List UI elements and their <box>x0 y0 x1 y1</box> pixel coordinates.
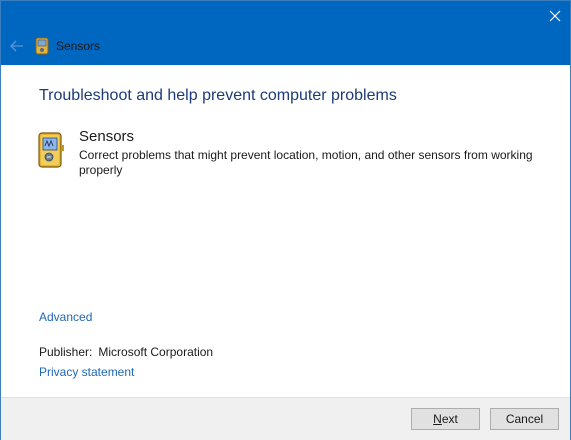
cancel-button[interactable]: Cancel <box>490 408 559 430</box>
main-content: Troubleshoot and help prevent computer p… <box>1 65 570 397</box>
next-button[interactable]: Next <box>411 408 480 430</box>
page-heading: Troubleshoot and help prevent computer p… <box>39 87 397 104</box>
title-bar: Sensors <box>1 1 570 65</box>
cancel-button-label: Cancel <box>505 412 544 426</box>
back-arrow-icon <box>10 40 23 52</box>
back-button[interactable] <box>5 34 29 58</box>
task-title: Sensors <box>79 128 135 145</box>
sensors-app-icon <box>35 37 49 55</box>
nav-row: Sensors <box>1 31 301 61</box>
troubleshooter-task: Sensors Correct problems that might prev… <box>37 128 557 178</box>
sensors-device-icon <box>38 132 64 168</box>
window-title: Sensors <box>56 39 101 53</box>
task-description: Correct problems that might prevent loca… <box>79 148 533 177</box>
next-button-label: Next <box>433 412 458 426</box>
footer-bar: Next Cancel <box>1 397 570 440</box>
close-button[interactable] <box>544 5 566 27</box>
close-icon <box>549 10 561 22</box>
privacy-statement-link[interactable]: Privacy statement <box>39 365 134 379</box>
troubleshooter-window: Sensors Troubleshoot and help prevent co… <box>0 0 571 440</box>
publisher-label: Publisher: <box>39 345 93 359</box>
publisher-value: Microsoft Corporation <box>98 345 214 359</box>
publisher-line: Publisher: Microsoft Corporation <box>39 345 213 359</box>
advanced-link[interactable]: Advanced <box>39 310 92 324</box>
